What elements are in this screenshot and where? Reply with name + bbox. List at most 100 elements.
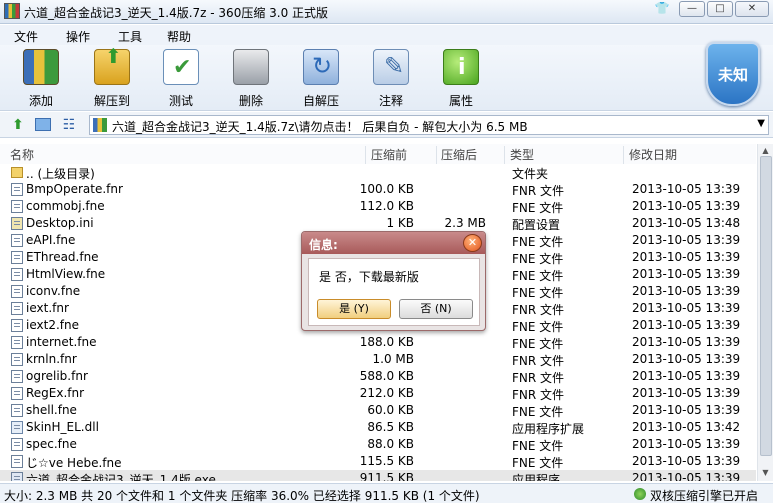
col-type[interactable]: 类型	[510, 146, 624, 164]
scroll-down-icon[interactable]: ▼	[758, 466, 773, 480]
file-name: eAPI.fne	[26, 233, 76, 247]
monitor-icon[interactable]	[35, 118, 51, 131]
menu-bar: 文件 操作 工具 帮助	[0, 25, 773, 45]
comment-label: 注释	[378, 94, 403, 108]
file-name: ogrelib.fnr	[26, 369, 88, 383]
file-size: 212.0 KB	[359, 386, 414, 400]
maximize-button[interactable]: □	[707, 1, 733, 17]
archive-icon	[93, 118, 107, 132]
file-date: 2013-10-05 13:39	[632, 199, 741, 213]
col-size[interactable]: 压缩前	[371, 146, 437, 164]
file-icon	[11, 370, 23, 383]
trash-icon	[233, 49, 269, 85]
file-name: じ☆ve Hebe.fne	[26, 456, 122, 470]
table-row[interactable]: Desktop.ini 1 KB 2.3 MB 配置设置 2013-10-05 13:4…	[0, 215, 756, 232]
file-icon	[11, 336, 23, 349]
file-date: 2013-10-05 13:39	[632, 369, 741, 383]
menu-operate[interactable]: 操作	[66, 28, 90, 45]
table-row[interactable]: じ☆ve Hebe.fne 115.5 KB FNE 文件 2013-10-05 13…	[0, 453, 756, 470]
up-arrow-icon[interactable]: ⬆	[10, 117, 26, 133]
file-icon	[11, 421, 23, 434]
file-name: HtmlView.fne	[26, 267, 106, 281]
security-shield-button[interactable]: 未知	[706, 42, 760, 106]
folder-icon	[11, 167, 23, 178]
file-name: RegEx.fnr	[26, 386, 85, 400]
extract-button[interactable]: 解压到	[84, 44, 140, 109]
file-icon	[11, 217, 23, 230]
menu-tools[interactable]: 工具	[118, 28, 142, 45]
file-icon	[11, 455, 23, 468]
file-size: 588.0 KB	[359, 369, 414, 383]
vertical-scrollbar[interactable]: ▲ ▼	[757, 144, 773, 481]
table-row[interactable]: BmpOperate.fnr 100.0 KB FNR 文件 2013-10-05 1…	[0, 181, 756, 198]
minimize-button[interactable]: —	[679, 1, 705, 17]
file-date: 2013-10-05 13:39	[632, 318, 741, 332]
add-label: 添加	[28, 94, 53, 108]
file-size: 115.5 KB	[359, 454, 414, 468]
table-row[interactable]: krnln.fnr 1.0 MB FNR 文件 2013-10-05 13:39	[0, 351, 756, 368]
file-date: 2013-10-05 13:39	[632, 301, 741, 315]
dialog-close-icon[interactable]: ✕	[463, 234, 482, 252]
title-bar: 六道_超合金战记3_逆天_1.4版.7z - 360压缩 3.0 正式版 👕 —…	[0, 0, 773, 24]
col-packed[interactable]: 压缩后	[441, 146, 505, 164]
file-date: 2013-10-05 13:39	[632, 335, 741, 349]
scroll-thumb[interactable]	[760, 156, 772, 456]
column-header: 名称 压缩前 压缩后 类型 修改日期	[0, 144, 756, 164]
file-type: FNE 文件	[512, 235, 564, 249]
file-icon	[11, 285, 23, 298]
table-row[interactable]: SkinH_EL.dll 86.5 KB 应用程序扩展 2013-10-05 13:4…	[0, 419, 756, 436]
engine-status[interactable]: 双核压缩引擎已开启	[650, 487, 758, 503]
sfx-button[interactable]: 自解压	[293, 49, 349, 109]
file-date: 2013-10-05 13:48	[632, 216, 741, 230]
file-name: shell.fne	[26, 403, 77, 417]
close-button[interactable]: ✕	[735, 1, 769, 17]
self-extract-icon	[303, 49, 339, 85]
app-icon	[4, 3, 20, 19]
table-row[interactable]: .. (上级目录) 文件夹	[0, 164, 756, 181]
table-row[interactable]: 六道_超合金战记3_逆天_1.4版.exe 911.5 KB 应用程序 2013-10…	[0, 470, 756, 481]
engine-icon	[634, 488, 646, 500]
file-date: 2013-10-05 13:39	[632, 471, 741, 481]
table-row[interactable]: RegEx.fnr 212.0 KB FNR 文件 2013-10-05 13:39	[0, 385, 756, 402]
file-name: internet.fne	[26, 335, 97, 349]
properties-button[interactable]: 属性	[433, 49, 489, 109]
table-row[interactable]: commobj.fne 112.0 KB FNE 文件 2013-10-05 13:3…	[0, 198, 756, 215]
delete-button[interactable]: 删除	[223, 49, 279, 109]
file-size: 1 KB	[386, 216, 414, 230]
yes-button[interactable]: 是 (Y)	[317, 299, 391, 319]
chevron-down-icon[interactable]: ▼	[757, 118, 765, 129]
address-field[interactable]: 六道_超合金战记3_逆天_1.4版.7z\请勿点击！ 后果自负 - 解包大小为 …	[89, 115, 769, 135]
shirt-icon[interactable]: 👕	[653, 1, 671, 17]
status-text: 大小: 2.3 MB 共 20 个文件和 1 个文件夹 压缩率 36.0% 已经…	[4, 489, 480, 503]
info-dialog: 信息: ✕ 是 否，下载最新版 是 (Y) 否 (N)	[301, 231, 486, 331]
file-size: 88.0 KB	[367, 437, 414, 451]
table-row[interactable]: internet.fne 188.0 KB FNE 文件 2013-10-05 13:…	[0, 334, 756, 351]
menu-file[interactable]: 文件	[14, 28, 38, 45]
file-date: 2013-10-05 13:39	[632, 233, 741, 247]
col-name[interactable]: 名称	[10, 146, 366, 164]
col-date[interactable]: 修改日期	[629, 146, 755, 164]
table-row[interactable]: spec.fne 88.0 KB FNE 文件 2013-10-05 13:39	[0, 436, 756, 453]
file-type: 文件夹	[512, 167, 549, 181]
menu-help[interactable]: 帮助	[167, 28, 191, 45]
file-type: FNR 文件	[512, 184, 565, 198]
archive-add-icon	[23, 49, 59, 85]
file-size: 86.5 KB	[367, 420, 414, 434]
file-name: iext.fnr	[26, 301, 69, 315]
file-name: spec.fne	[26, 437, 77, 451]
file-icon	[11, 404, 23, 417]
comment-button[interactable]: 注释	[363, 49, 419, 109]
file-type: 应用程序	[512, 473, 561, 481]
no-button[interactable]: 否 (N)	[399, 299, 473, 319]
table-row[interactable]: ogrelib.fnr 588.0 KB FNR 文件 2013-10-05 13:3…	[0, 368, 756, 385]
info-icon	[443, 49, 479, 85]
file-type: FNE 文件	[512, 456, 564, 470]
list-view-icon[interactable]: ☷	[61, 117, 77, 133]
table-row[interactable]: shell.fne 60.0 KB FNE 文件 2013-10-05 13:39	[0, 402, 756, 419]
file-size: 1.0 MB	[372, 352, 414, 366]
test-button[interactable]: 测试	[153, 49, 209, 109]
file-type: FNR 文件	[512, 303, 565, 317]
file-name: BmpOperate.fnr	[26, 182, 123, 196]
file-name: EThread.fne	[26, 250, 99, 264]
add-button[interactable]: 添加	[13, 49, 69, 109]
